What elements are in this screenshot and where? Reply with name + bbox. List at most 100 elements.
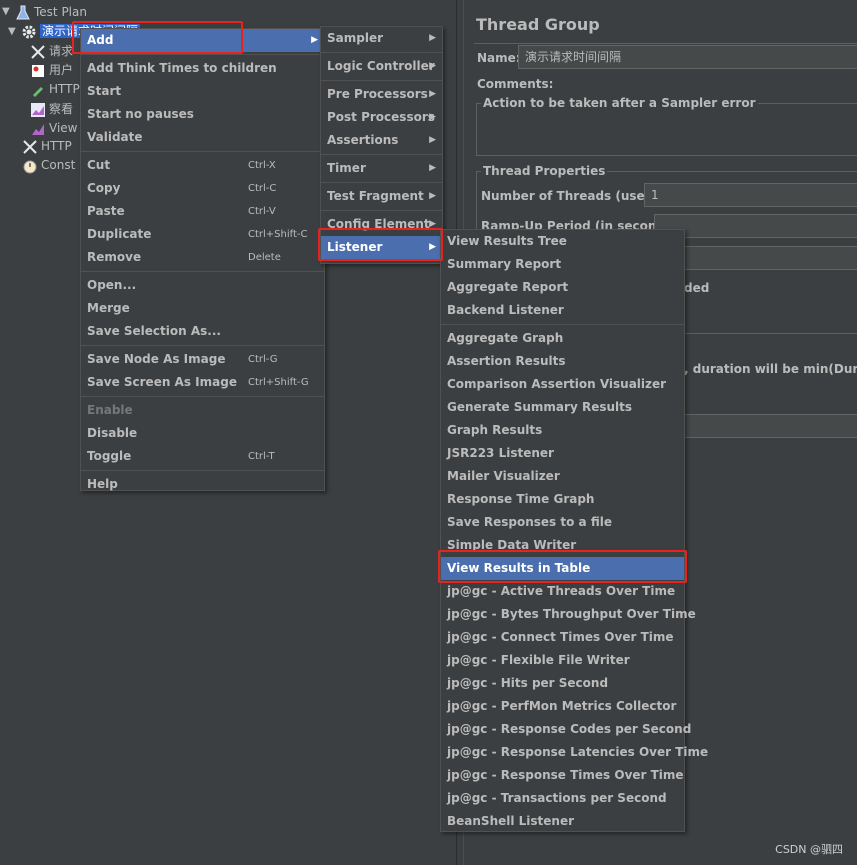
menu-item-toggle[interactable]: Toggle Ctrl-T xyxy=(81,445,324,468)
menu-item-listener-mailer-visualizer[interactable]: Mailer Visualizer xyxy=(441,465,684,488)
menu-item-open[interactable]: Open... xyxy=(81,274,324,297)
menu-item-label: jp@gc - Flexible File Writer xyxy=(447,653,630,667)
stopwatch-icon xyxy=(22,158,38,174)
group-title: Thread Properties xyxy=(481,164,608,178)
gear-icon xyxy=(21,24,37,40)
expand-arrow-icon[interactable]: ▼ xyxy=(2,6,10,17)
menu-item-listener-jp-gc-transactions-per-second[interactable]: jp@gc - Transactions per Second xyxy=(441,787,684,810)
menu-item-listener-jp-gc-bytes-throughput-over-time[interactable]: jp@gc - Bytes Throughput Over Time xyxy=(441,603,696,626)
menu-item-listener-jp-gc-flexible-file-writer[interactable]: jp@gc - Flexible File Writer xyxy=(441,649,684,672)
menu-item-view-results-tree[interactable]: View Results Tree xyxy=(441,230,684,253)
menu-item-listener-generate-summary-results[interactable]: Generate Summary Results xyxy=(441,396,684,419)
menu-item-save-node-image[interactable]: Save Node As Image Ctrl-G xyxy=(81,348,324,371)
menu-item-help[interactable]: Help xyxy=(81,473,324,496)
menu-item-config-element[interactable]: Config Element ▶ xyxy=(321,213,442,236)
divider xyxy=(474,43,857,44)
menu-item-listener-jp-gc-response-times-over-time[interactable]: jp@gc - Response Times Over Time xyxy=(441,764,684,787)
duration-field[interactable] xyxy=(684,414,857,438)
graph-icon xyxy=(30,102,46,118)
menu-item-add[interactable]: Add ▶ xyxy=(81,29,324,52)
tree-node-label: 请求 xyxy=(49,44,74,58)
tree-node-child[interactable]: 察看 xyxy=(30,100,73,118)
menu-item-label: JSR223 Listener xyxy=(447,446,554,460)
menu-item-listener-jp-gc-perfmon-metrics-collector[interactable]: jp@gc - PerfMon Metrics Collector xyxy=(441,695,684,718)
menu-item-add-think-times[interactable]: Add Think Times to children xyxy=(81,57,324,80)
threads-field[interactable]: 1 xyxy=(644,183,857,207)
tree-node-test-plan[interactable]: Test Plan xyxy=(15,3,87,21)
menu-item-label: Assertion Results xyxy=(447,354,566,368)
menu-item-listener-save-responses-to-a-file[interactable]: Save Responses to a file xyxy=(441,511,684,534)
menu-item-paste[interactable]: Paste Ctrl-V xyxy=(81,200,324,223)
listener-submenu: View Results Tree Summary Report Aggrega… xyxy=(440,229,708,833)
menu-item-backend-listener[interactable]: Backend Listener xyxy=(441,299,684,322)
chevron-right-icon: ▶ xyxy=(429,135,436,145)
tree-node-child[interactable]: View xyxy=(30,119,77,137)
menu-item-listener-jp-gc-connect-times-over-time[interactable]: jp@gc - Connect Times Over Time xyxy=(441,626,684,649)
menu-item-listener[interactable]: Listener ▶ xyxy=(321,236,442,259)
menu-item-listener-jp-gc-active-threads-over-time[interactable]: jp@gc - Active Threads Over Time xyxy=(441,580,684,603)
menu-item-listener-view-results-in-table[interactable]: View Results in Table xyxy=(441,557,684,580)
menu-item-summary-report[interactable]: Summary Report xyxy=(441,253,684,276)
menu-item-label: jp@gc - Hits per Second xyxy=(447,676,609,690)
menu-item-disable[interactable]: Disable xyxy=(81,422,324,445)
menu-item-listener-jp-gc-response-codes-per-second[interactable]: jp@gc - Response Codes per Second xyxy=(441,718,691,741)
tree-node-child[interactable]: HTTP xyxy=(30,80,80,98)
menu-item-listener-response-time-graph[interactable]: Response Time Graph xyxy=(441,488,684,511)
chevron-right-icon: ▶ xyxy=(429,33,436,43)
menu-item-post-processors[interactable]: Post Processors ▶ xyxy=(321,106,442,129)
menu-item-save-screen-image[interactable]: Save Screen As Image Ctrl+Shift-G xyxy=(81,371,324,394)
menu-item-sampler[interactable]: Sampler ▶ xyxy=(321,27,442,50)
scissors-icon xyxy=(30,44,46,60)
divider xyxy=(684,333,857,334)
tree-node-label: Const xyxy=(41,158,76,172)
name-label: Name: xyxy=(477,51,521,65)
menu-item-remove[interactable]: Remove Delete xyxy=(81,246,324,269)
context-menu: Add ▶ Add Think Times to children Start S… xyxy=(80,28,325,491)
menu-item-save-selection[interactable]: Save Selection As... xyxy=(81,320,324,343)
menu-item-validate[interactable]: Validate xyxy=(81,126,324,149)
menu-item-listener-aggregate-graph[interactable]: Aggregate Graph xyxy=(441,327,684,350)
menu-item-aggregate-report[interactable]: Aggregate Report xyxy=(441,276,684,299)
menu-item-test-fragment[interactable]: Test Fragment ▶ xyxy=(321,185,442,208)
menu-item-cut[interactable]: Cut Ctrl-X xyxy=(81,154,324,177)
group-title: Action to be taken after a Sampler error xyxy=(481,96,758,110)
menu-item-assertions[interactable]: Assertions ▶ xyxy=(321,129,442,152)
menu-item-label: Mailer Visualizer xyxy=(447,469,560,483)
menu-item-listener-jp-gc-hits-per-second[interactable]: jp@gc - Hits per Second xyxy=(441,672,684,695)
tree-node-child[interactable]: 用户 xyxy=(30,61,73,79)
menu-item-listener-jp-gc-response-latencies-over-time[interactable]: jp@gc - Response Latencies Over Time xyxy=(441,741,708,764)
page-title: Thread Group xyxy=(476,15,600,34)
chevron-right-icon: ▶ xyxy=(429,61,436,71)
menu-item-merge[interactable]: Merge xyxy=(81,297,324,320)
tree-node-label: View xyxy=(49,121,78,135)
menu-item-start[interactable]: Start xyxy=(81,80,324,103)
menu-item-duplicate[interactable]: Duplicate Ctrl+Shift-C xyxy=(81,223,324,246)
menu-item-label: View Results in Table xyxy=(447,561,591,575)
menu-item-listener-simple-data-writer[interactable]: Simple Data Writer xyxy=(441,534,684,557)
menu-item-listener-beanshell-listener[interactable]: BeanShell Listener xyxy=(441,810,684,833)
tree-node-http[interactable]: HTTP xyxy=(22,137,72,155)
menu-item-logic-controller[interactable]: Logic Controller ▶ xyxy=(321,55,442,78)
menu-item-listener-assertion-results[interactable]: Assertion Results xyxy=(441,350,684,373)
tree-node-label: 用户 xyxy=(49,63,74,77)
menu-item-enable: Enable xyxy=(87,403,133,417)
tree-node-child[interactable]: 请求 xyxy=(30,42,73,60)
menu-item-label: jp@gc - Bytes Throughput Over Time xyxy=(447,607,696,621)
listener-group-2: Aggregate Graph Assertion Results Comparis… xyxy=(441,327,708,833)
menu-item-listener-comparison-assertion-visualizer[interactable]: Comparison Assertion Visualizer xyxy=(441,373,684,396)
menu-item-copy[interactable]: Copy Ctrl-C xyxy=(81,177,324,200)
menu-item-label: Simple Data Writer xyxy=(447,538,577,552)
expand-arrow-icon[interactable]: ▼ xyxy=(8,26,16,37)
menu-item-start-no-pauses[interactable]: Start no pauses xyxy=(81,103,324,126)
menu-item-label: jp@gc - Active Threads Over Time xyxy=(447,584,676,598)
name-field[interactable]: 演示请求时间间隔 xyxy=(518,45,857,69)
tree-node-label: HTTP xyxy=(41,139,72,153)
comments-label: Comments: xyxy=(477,77,554,91)
menu-item-listener-graph-results[interactable]: Graph Results xyxy=(441,419,684,442)
menu-item-timer[interactable]: Timer ▶ xyxy=(321,157,442,180)
menu-item-pre-processors[interactable]: Pre Processors ▶ xyxy=(321,83,442,106)
menu-item-label: Comparison Assertion Visualizer xyxy=(447,377,667,391)
menu-item-label: Aggregate Graph xyxy=(447,331,564,345)
tree-node-constant-timer[interactable]: Const xyxy=(22,156,75,174)
menu-item-listener-jsr223-listener[interactable]: JSR223 Listener xyxy=(441,442,684,465)
